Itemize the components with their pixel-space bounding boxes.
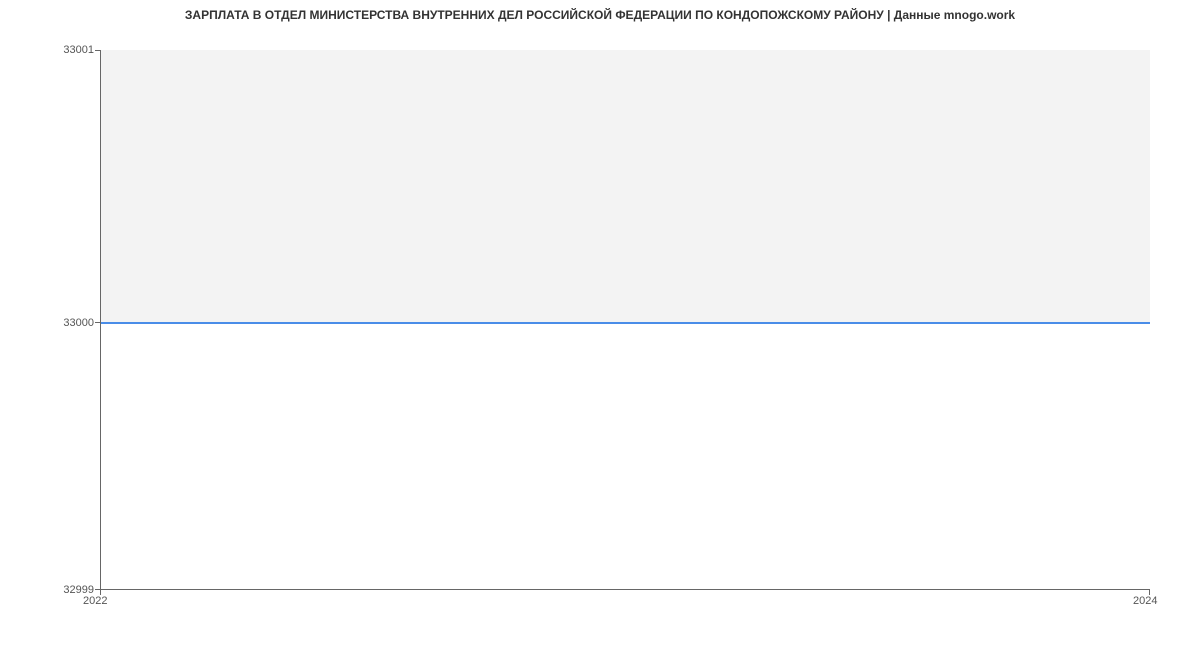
y-tick-label: 33001 <box>0 44 94 56</box>
x-tick-mark <box>1149 590 1150 595</box>
y-tick-mark <box>95 322 100 323</box>
plot-area <box>100 50 1150 590</box>
y-tick-label: 32999 <box>0 584 94 596</box>
x-tick-label: 2022 <box>83 595 107 607</box>
y-tick-label: 33000 <box>0 317 94 329</box>
shaded-region <box>101 50 1150 323</box>
y-tick-mark <box>95 50 100 51</box>
data-line <box>101 322 1150 324</box>
chart-title: ЗАРПЛАТА В ОТДЕЛ МИНИСТЕРСТВА ВНУТРЕННИХ… <box>0 8 1200 22</box>
x-tick-mark <box>100 590 101 595</box>
x-tick-label: 2024 <box>1133 595 1157 607</box>
